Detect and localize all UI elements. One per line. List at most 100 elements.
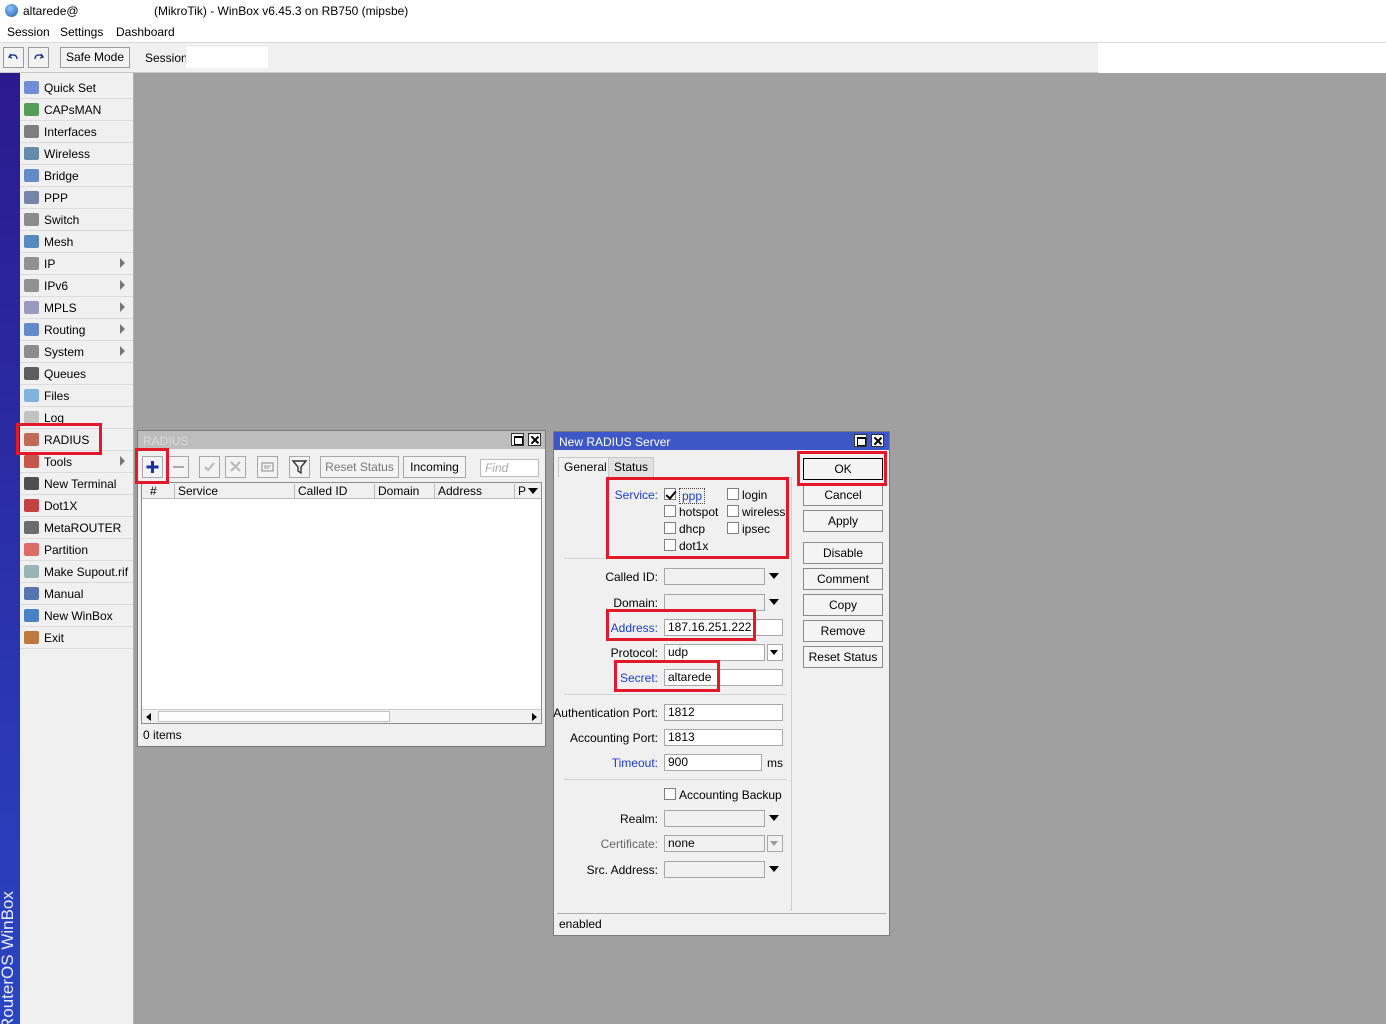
sidebar-item-system[interactable]: System [20, 341, 133, 363]
domain-field[interactable] [664, 594, 765, 611]
sidebar-item-queues[interactable]: Queues [20, 363, 133, 385]
find-input[interactable]: Find [480, 459, 539, 477]
called-id-field[interactable] [664, 568, 765, 585]
maximize-icon[interactable] [854, 434, 867, 447]
accounting-backup-label[interactable]: Accounting Backup [679, 788, 782, 802]
filter-button[interactable] [289, 456, 310, 478]
sidebar-item-radius[interactable]: RADIUS [20, 429, 133, 451]
sidebar-item-ppp[interactable]: PPP [20, 187, 133, 209]
scroll-left-icon[interactable] [146, 713, 151, 721]
auth-port-field[interactable]: 1812 [664, 704, 783, 721]
sidebar-item-mesh[interactable]: Mesh [20, 231, 133, 253]
radius-title-bar[interactable]: RADIUS [138, 431, 545, 449]
sidebar-item-new-terminal[interactable]: New Terminal [20, 473, 133, 495]
sidebar-item-log[interactable]: Log [20, 407, 133, 429]
called-id-dropdown-icon[interactable] [769, 573, 779, 579]
service-dhcp-label[interactable]: dhcp [679, 522, 705, 536]
close-icon[interactable] [528, 433, 541, 446]
new-radius-title-bar[interactable]: New RADIUS Server [554, 432, 889, 450]
service-login-label[interactable]: login [742, 488, 767, 502]
src-address-field[interactable] [664, 861, 765, 878]
service-ppp-checkbox[interactable] [664, 488, 676, 500]
cancel-button[interactable]: Cancel [803, 484, 883, 506]
undo-button[interactable] [3, 47, 24, 68]
ok-button[interactable]: OK [803, 458, 883, 480]
secret-field[interactable]: altarede [664, 669, 783, 686]
realm-dropdown-icon[interactable] [769, 815, 779, 821]
sidebar-item-ipv6[interactable]: IPv6 [20, 275, 133, 297]
service-wireless-label[interactable]: wireless [742, 505, 785, 519]
service-wireless-checkbox[interactable] [727, 505, 739, 517]
service-ipsec-checkbox[interactable] [727, 522, 739, 534]
redo-button[interactable] [28, 47, 49, 68]
menu-settings[interactable]: Settings [60, 25, 103, 39]
sidebar-item-label: MetaROUTER [44, 521, 122, 535]
src-address-dropdown-icon[interactable] [769, 866, 779, 872]
sidebar-item-switch[interactable]: Switch [20, 209, 133, 231]
close-icon[interactable] [871, 434, 884, 447]
column-called-id[interactable]: Called ID [295, 484, 375, 498]
disable-button[interactable]: Disable [803, 542, 883, 564]
service-ipsec-label[interactable]: ipsec [742, 522, 770, 536]
remove-button[interactable]: Remove [803, 620, 883, 642]
certificate-dropdown-button[interactable] [767, 835, 783, 852]
sidebar-item-dot1x[interactable]: Dot1X [20, 495, 133, 517]
sidebar-item-interfaces[interactable]: Interfaces [20, 121, 133, 143]
sidebar-item-files[interactable]: Files [20, 385, 133, 407]
comment-button[interactable] [257, 456, 278, 478]
service-hotspot-checkbox[interactable] [664, 505, 676, 517]
domain-dropdown-icon[interactable] [769, 599, 779, 605]
safe-mode-button[interactable]: Safe Mode [60, 47, 130, 68]
sidebar-item-capsman[interactable]: CAPsMAN [20, 99, 133, 121]
menu-session[interactable]: Session [7, 25, 50, 39]
maximize-icon[interactable] [511, 433, 524, 446]
reset-status-button[interactable]: Reset Status [320, 456, 399, 478]
service-dhcp-checkbox[interactable] [664, 522, 676, 534]
sidebar-item-tools[interactable]: Tools [20, 451, 133, 473]
sidebar-item-bridge[interactable]: Bridge [20, 165, 133, 187]
enable-button[interactable] [199, 456, 220, 478]
timeout-field[interactable]: 900 [664, 754, 762, 771]
tab-status[interactable]: Status [608, 457, 655, 477]
incoming-button[interactable]: Incoming [403, 456, 466, 478]
disable-button[interactable] [225, 456, 246, 478]
service-hotspot-label[interactable]: hotspot [679, 505, 718, 519]
service-ppp-label[interactable]: ppp [679, 488, 706, 504]
service-login-checkbox[interactable] [727, 488, 739, 500]
sidebar-item-routing[interactable]: Routing [20, 319, 133, 341]
scroll-thumb[interactable] [158, 711, 390, 722]
copy-button[interactable]: Copy [803, 594, 883, 616]
add-button[interactable] [142, 456, 163, 478]
sidebar-item-quick-set[interactable]: Quick Set [20, 77, 133, 99]
sidebar-item-partition[interactable]: Partition [20, 539, 133, 561]
horizontal-scrollbar[interactable] [142, 709, 541, 723]
column-number[interactable]: # [142, 484, 175, 498]
certificate-select[interactable]: none [664, 835, 765, 852]
tab-general[interactable]: General [558, 457, 613, 477]
remove-button[interactable] [168, 456, 189, 478]
sidebar-item-exit[interactable]: Exit [20, 627, 133, 649]
menu-dashboard[interactable]: Dashboard [116, 25, 175, 39]
protocol-select[interactable]: udp [664, 644, 765, 661]
reset-status-button[interactable]: Reset Status [803, 646, 883, 668]
sidebar-item-new-winbox[interactable]: New WinBox [20, 605, 133, 627]
sidebar-item-make-supout-rif[interactable]: Make Supout.rif [20, 561, 133, 583]
sidebar-item-manual[interactable]: Manual [20, 583, 133, 605]
sidebar-item-metarouter[interactable]: MetaROUTER [20, 517, 133, 539]
protocol-dropdown-button[interactable] [767, 644, 783, 661]
realm-field[interactable] [664, 810, 765, 827]
comment-button[interactable]: Comment [803, 568, 883, 590]
accounting-backup-checkbox[interactable] [664, 788, 676, 800]
session-field[interactable] [186, 47, 268, 68]
service-dot1x-label[interactable]: dot1x [679, 539, 708, 553]
address-field[interactable]: 187.16.251.222 [664, 619, 783, 636]
sidebar-item-wireless[interactable]: Wireless [20, 143, 133, 165]
apply-button[interactable]: Apply [803, 510, 883, 532]
sidebar-item-mpls[interactable]: MPLS [20, 297, 133, 319]
column-service[interactable]: Service [175, 484, 295, 498]
column-domain[interactable]: Domain [375, 484, 435, 498]
sidebar-item-ip[interactable]: IP [20, 253, 133, 275]
service-dot1x-checkbox[interactable] [664, 539, 676, 551]
column-address[interactable]: Address [435, 484, 515, 498]
acct-port-field[interactable]: 1813 [664, 729, 783, 746]
